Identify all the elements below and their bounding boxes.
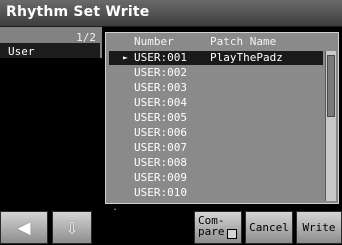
patch-number: USER:003 bbox=[134, 81, 187, 94]
compare-checkbox bbox=[227, 229, 237, 239]
selected-marker-icon: ► bbox=[123, 53, 128, 62]
window-title: Rhythm Set Write bbox=[6, 4, 150, 20]
list-item[interactable]: USER:006 bbox=[109, 126, 323, 140]
list-item[interactable]: USER:008 bbox=[109, 156, 323, 170]
nav-down-button[interactable]: ⇩ bbox=[52, 211, 92, 244]
patch-number: USER:006 bbox=[134, 126, 187, 139]
title-bar: Rhythm Set Write bbox=[0, 0, 342, 27]
list-item[interactable]: USER:004 bbox=[109, 96, 323, 110]
list-item[interactable]: USER:007 bbox=[109, 141, 323, 155]
patch-number: USER:007 bbox=[134, 141, 187, 154]
patch-number: USER:002 bbox=[134, 66, 187, 79]
patch-number: USER:010 bbox=[134, 186, 187, 199]
patch-number: USER:009 bbox=[134, 171, 187, 184]
function-bar: ◀ ⇩ Com- pare Cancel Write bbox=[0, 210, 342, 245]
patch-number: USER:008 bbox=[134, 156, 187, 169]
patch-list: ► USER:001 PlayThePadz USER:002 USER:003… bbox=[109, 51, 323, 217]
list-header: Number Patch Name bbox=[106, 33, 324, 49]
cancel-button[interactable]: Cancel bbox=[245, 211, 293, 244]
patch-list-panel: Number Patch Name ► USER:001 PlayThePadz… bbox=[105, 32, 339, 217]
scrollbar-thumb[interactable] bbox=[327, 55, 335, 117]
screen: Rhythm Set Write 1/2 User ard Number Pat… bbox=[0, 0, 342, 245]
left-arrow-icon: ◀ bbox=[17, 215, 31, 240]
down-arrow-icon: ⇩ bbox=[65, 215, 79, 240]
patch-name: PlayThePadz bbox=[210, 51, 283, 64]
patch-number: USER:004 bbox=[134, 96, 187, 109]
list-item[interactable]: USER:010 bbox=[109, 186, 323, 200]
nav-left-button[interactable]: ◀ bbox=[0, 211, 48, 244]
write-button[interactable]: Write bbox=[296, 211, 342, 244]
list-scrollbar[interactable] bbox=[325, 51, 336, 201]
column-header-number: Number bbox=[134, 35, 174, 48]
patch-number: USER:001 bbox=[134, 51, 187, 64]
patch-number: USER:005 bbox=[134, 111, 187, 124]
list-item[interactable]: USER:002 bbox=[109, 66, 323, 80]
list-item-selected[interactable]: ► USER:001 PlayThePadz bbox=[109, 51, 323, 65]
compare-button[interactable]: Com- pare bbox=[194, 211, 242, 244]
list-item[interactable]: USER:005 bbox=[109, 111, 323, 125]
list-item[interactable]: USER:003 bbox=[109, 81, 323, 95]
list-item[interactable]: USER:009 bbox=[109, 171, 323, 185]
column-header-patch-name: Patch Name bbox=[210, 35, 277, 48]
